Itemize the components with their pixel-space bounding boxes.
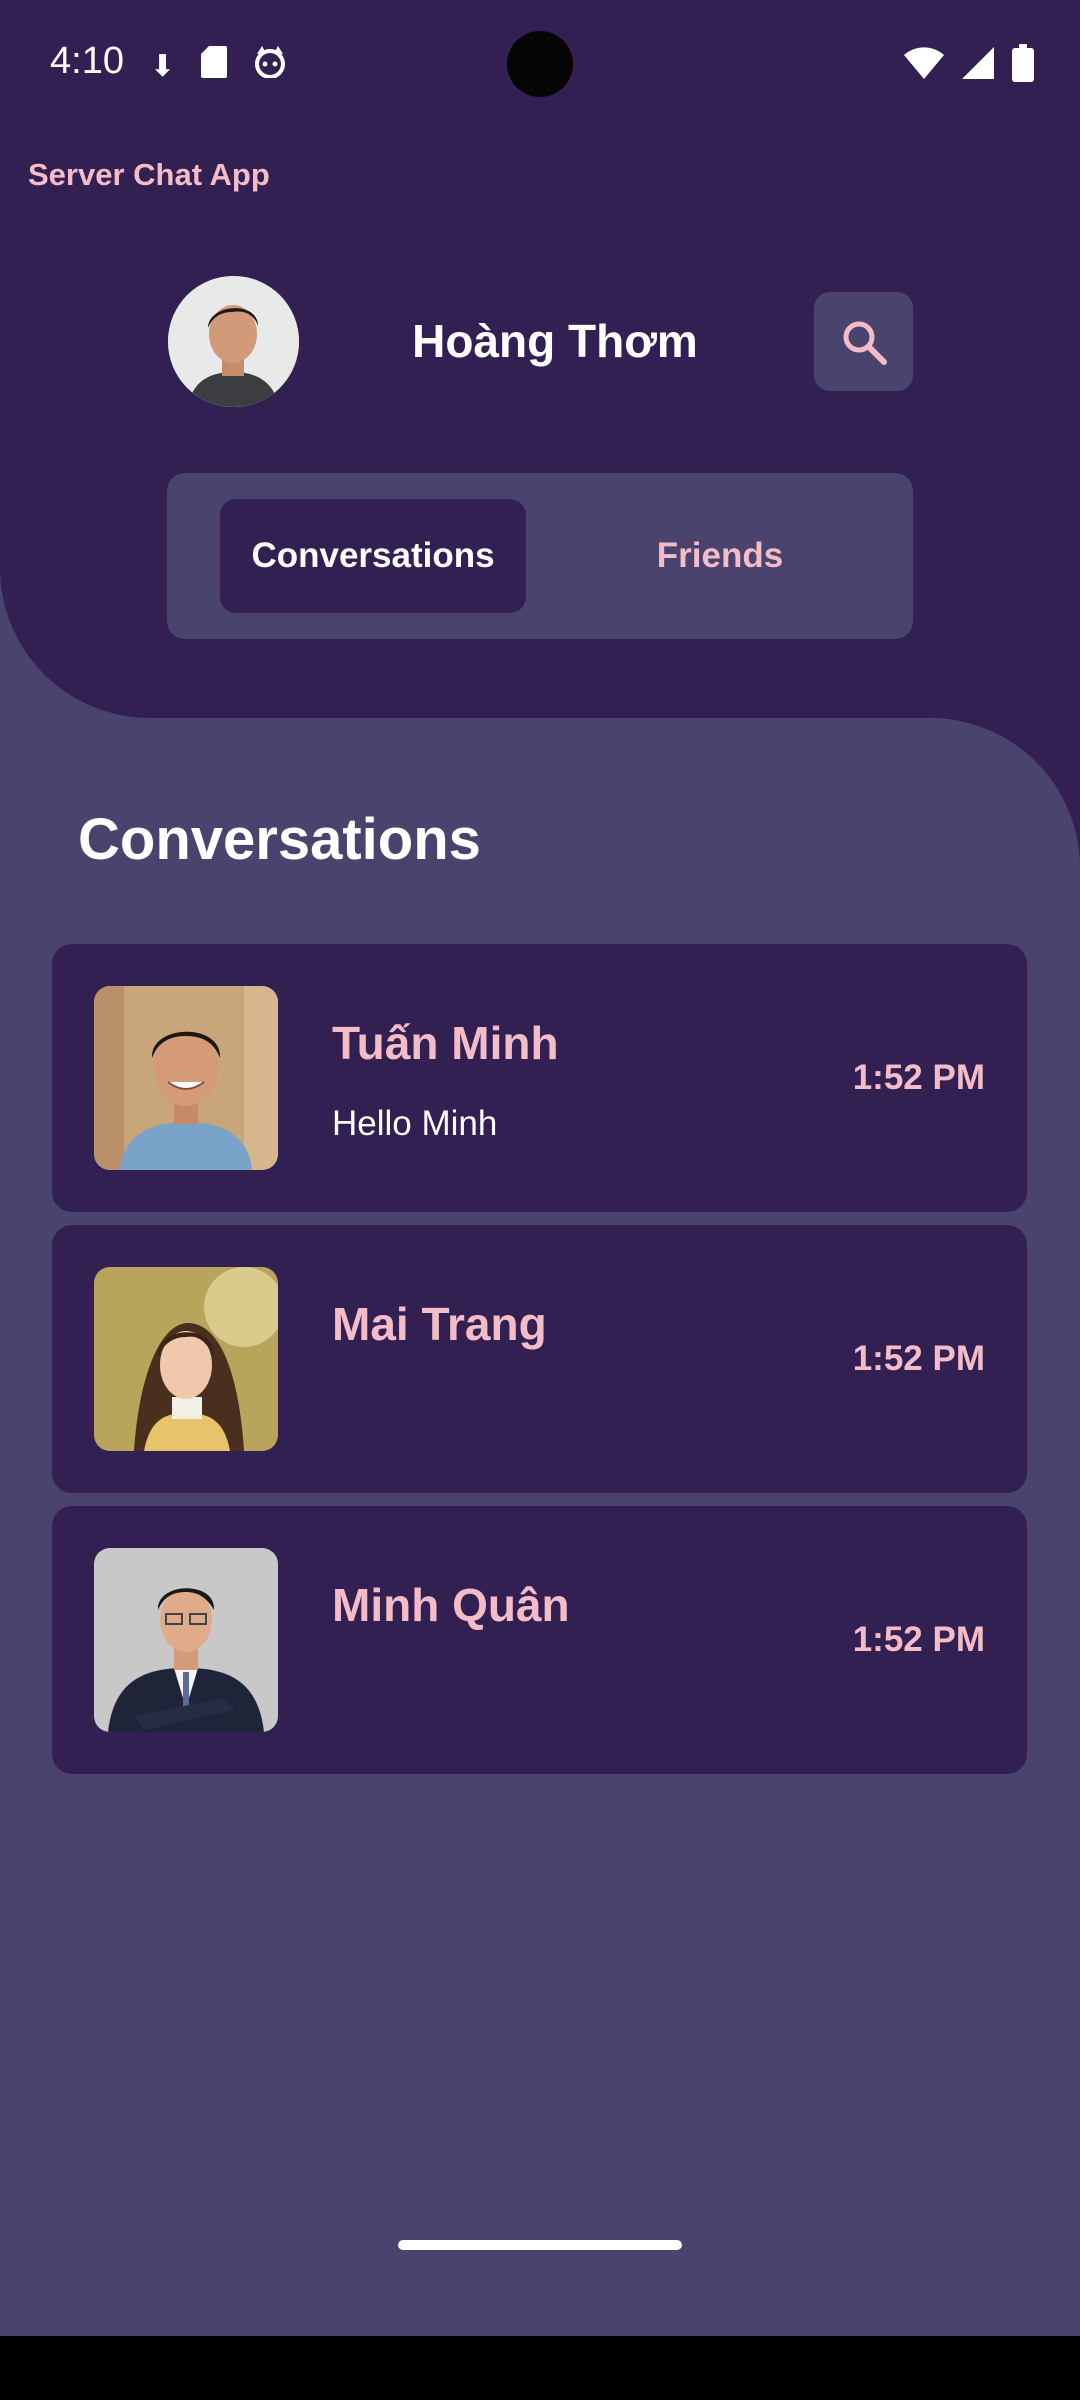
contact-name: Mai Trang xyxy=(332,1298,547,1350)
status-time: 4:10 xyxy=(50,40,124,82)
search-button[interactable] xyxy=(814,292,913,391)
system-icons xyxy=(904,44,1034,82)
status-bar: 4:10 ⬇ xyxy=(0,0,1080,130)
tab-conversations[interactable]: Conversations xyxy=(220,499,526,613)
tab-bar: Conversations Friends xyxy=(167,473,913,639)
profile-name: Hoàng Thơm xyxy=(412,315,698,367)
battery-icon xyxy=(1012,44,1034,82)
camera-cutout xyxy=(507,31,573,97)
conversation-item[interactable]: Minh Quân 1:52 PM xyxy=(52,1506,1027,1774)
search-icon xyxy=(843,321,887,365)
app-screen: 4:10 ⬇ Server Chat App Hoàng Thơm Conver… xyxy=(0,0,1080,2400)
cell-signal-icon xyxy=(962,47,994,79)
wifi-icon xyxy=(904,47,944,79)
navigation-bar xyxy=(0,2336,1080,2400)
last-message: Hello Minh xyxy=(332,1104,498,1143)
home-gesture-handle[interactable] xyxy=(398,2240,682,2250)
message-time: 1:52 PM xyxy=(852,1620,985,1659)
contact-name: Minh Quân xyxy=(332,1579,570,1631)
message-time: 1:52 PM xyxy=(852,1058,985,1097)
conversation-item[interactable]: Tuấn Minh Hello Minh 1:52 PM xyxy=(52,944,1027,1212)
contact-photo xyxy=(94,986,278,1170)
download-icon: ⬇ xyxy=(150,49,176,83)
message-time: 1:52 PM xyxy=(852,1339,985,1378)
profile-avatar[interactable] xyxy=(168,276,299,407)
contact-name: Tuấn Minh xyxy=(332,1017,559,1069)
sd-card-icon xyxy=(201,46,228,87)
contact-photo xyxy=(94,1267,278,1451)
cat-face-icon xyxy=(253,46,287,87)
contact-photo xyxy=(94,1548,278,1732)
app-title: Server Chat App xyxy=(28,157,270,192)
tab-friends[interactable]: Friends xyxy=(567,499,873,613)
conversation-item[interactable]: Mai Trang 1:52 PM xyxy=(52,1225,1027,1493)
conversation-list: Tuấn Minh Hello Minh 1:52 PM Mai Trang 1… xyxy=(52,944,1027,1787)
notification-icons: ⬇ xyxy=(150,46,287,87)
section-title: Conversations xyxy=(78,807,481,872)
